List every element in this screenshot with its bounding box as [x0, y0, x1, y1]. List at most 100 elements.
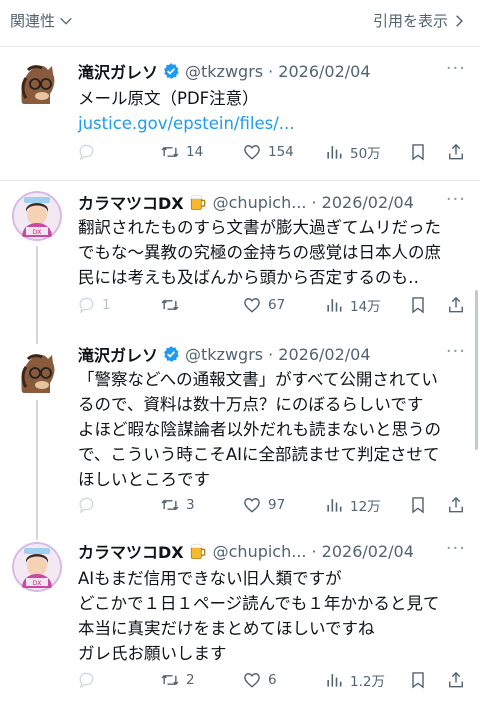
avatar-horse[interactable] [12, 347, 62, 397]
bookmark-icon [412, 144, 424, 161]
author-name[interactable]: カラマツコDX [78, 539, 184, 563]
bookmark-button[interactable] [408, 670, 428, 690]
more-options-icon[interactable]: ··· [446, 341, 466, 362]
share-button[interactable] [446, 495, 466, 515]
views-button[interactable]: 12万 [324, 495, 381, 515]
like-button[interactable]: 6 [242, 670, 277, 690]
tweet-text: メール原文（PDF注意） justice.gov/epstein/files/.… [78, 86, 470, 136]
retweet-button[interactable] [160, 295, 186, 315]
heart-icon [244, 498, 260, 513]
tweet-link[interactable]: justice.gov/epstein/files/... [78, 111, 470, 136]
tweet-actions: 2 6 1.2万 [70, 670, 470, 694]
tweet-date[interactable]: · 2026/02/04 [268, 62, 370, 81]
tweet-text-line: ほしいところです [78, 470, 210, 489]
share-icon [449, 496, 463, 513]
tweet-date[interactable]: · 2026/02/04 [312, 542, 414, 561]
like-count: 154 [268, 144, 294, 160]
avatar-karamatsuko[interactable]: DX [12, 191, 62, 241]
like-button[interactable]: 97 [242, 495, 285, 515]
retweet-button[interactable]: 3 [160, 495, 195, 515]
reply-count: 1 [102, 297, 111, 313]
more-options-icon[interactable]: ··· [446, 189, 466, 210]
tweet-text-line: でもな〜異教の究極の金持ちの感覚は日本人の庶 [78, 243, 441, 262]
reply-button[interactable] [76, 142, 102, 162]
heart-icon [244, 298, 260, 313]
more-options-icon[interactable]: ··· [446, 58, 466, 79]
share-icon [449, 671, 463, 688]
retweet-button[interactable]: 14 [160, 142, 203, 162]
tweet-header: カラマツコDX @chupich... · 2026/02/04 [78, 539, 414, 563]
bookmark-button[interactable] [408, 295, 428, 315]
author-handle[interactable]: @chupich... [213, 193, 307, 212]
views-icon [327, 299, 342, 312]
reply-button[interactable]: 1 [76, 295, 111, 315]
tweet-text-line: で、こういう時こそAIに全部読ませて判定させて [78, 445, 440, 464]
chevron-right-icon [456, 14, 463, 27]
reply-icon [79, 497, 94, 514]
retweet-count: 2 [186, 672, 195, 688]
sort-dropdown[interactable]: 関連性 [10, 10, 74, 31]
tweet[interactable]: 滝沢ガレソ @tkzwgrs · 2026/02/04 ··· メール原文（PD… [0, 46, 480, 180]
share-button[interactable] [446, 670, 466, 690]
scrollbar[interactable] [475, 290, 478, 450]
svg-text:DX: DX [33, 580, 42, 587]
retweet-icon [161, 299, 179, 311]
tweet-text-line: どこかで１日１ページ読んでも１年かかると見て [78, 594, 440, 613]
tweet-text-line: ガレ氏お願いします [78, 644, 227, 663]
retweet-count: 14 [186, 144, 204, 160]
author-name[interactable]: 滝沢ガレソ [78, 59, 158, 83]
share-button[interactable] [446, 142, 466, 162]
like-count: 97 [268, 497, 286, 513]
more-options-icon[interactable]: ··· [446, 538, 466, 559]
retweet-count: 3 [186, 497, 195, 513]
tweet-actions: 3 97 12万 [70, 495, 470, 519]
reply-button[interactable] [76, 495, 102, 515]
author-name[interactable]: 滝沢ガレソ [78, 342, 158, 366]
beer-emoji-icon [188, 192, 208, 212]
views-button[interactable]: 50万 [324, 142, 381, 162]
tweet[interactable]: 滝沢ガレソ @tkzwgrs · 2026/02/04 ··· 「警察などへの通… [0, 341, 480, 526]
tweet-text: 翻訳されたものすら文書が膨大過ぎてムリだった でもな〜異教の究極の金持ちの感覚は… [78, 215, 470, 290]
tweet[interactable]: DX カラマツコDX @chupich... · 2026/02/04 ··· … [0, 526, 480, 701]
heart-icon [244, 673, 260, 688]
author-name[interactable]: カラマツコDX [78, 190, 184, 214]
views-icon [327, 146, 342, 159]
bookmark-icon [412, 672, 424, 689]
bookmark-icon [412, 297, 424, 314]
reply-button[interactable] [76, 670, 102, 690]
tweet-text-line: AIもまだ信用できない旧人類ですが [78, 569, 342, 588]
tweet-date[interactable]: · 2026/02/04 [268, 345, 370, 364]
view-count: 14万 [350, 299, 381, 315]
like-button[interactable]: 67 [242, 295, 285, 315]
views-icon [327, 499, 342, 512]
share-button[interactable] [446, 295, 466, 315]
bookmark-button[interactable] [408, 495, 428, 515]
tweet-actions: 1 67 14万 [70, 295, 470, 319]
author-handle[interactable]: @chupich... [213, 542, 307, 561]
quotes-label: 引用を表示 [372, 12, 448, 30]
tweet-text-line: るので、資料は数十万点？にのぼるらしいです [78, 395, 424, 414]
avatar-karamatsuko[interactable]: DX [12, 542, 62, 592]
views-icon [327, 674, 342, 687]
tweet[interactable]: DX カラマツコDX @chupich... · 2026/02/04 ··· … [0, 181, 480, 341]
share-icon [449, 143, 463, 160]
author-handle[interactable]: @tkzwgrs [185, 345, 263, 364]
author-handle[interactable]: @tkzwgrs [185, 62, 263, 81]
views-button[interactable]: 14万 [324, 295, 381, 315]
avatar-horse[interactable] [12, 58, 62, 108]
reply-header-bar: 関連性 引用を表示 [0, 0, 480, 42]
tweet-date[interactable]: · 2026/02/04 [312, 193, 414, 212]
view-quotes-link[interactable]: 引用を表示 [373, 10, 466, 31]
reply-icon [79, 672, 94, 689]
tweet-text: AIもまだ信用できない旧人類ですが どこかで１日１ページ読んでも１年かかると見て… [78, 566, 470, 666]
like-count: 67 [268, 297, 286, 313]
bookmark-button[interactable] [408, 142, 428, 162]
retweet-button[interactable]: 2 [160, 670, 195, 690]
retweet-icon [161, 146, 179, 158]
like-button[interactable]: 154 [242, 142, 294, 162]
views-button[interactable]: 1.2万 [324, 670, 385, 690]
reply-icon [79, 297, 94, 314]
like-count: 6 [268, 672, 277, 688]
tweet-text-line: 「警察などへの通報文書」がすべて公開されてい [78, 370, 438, 389]
view-count: 50万 [350, 146, 381, 162]
